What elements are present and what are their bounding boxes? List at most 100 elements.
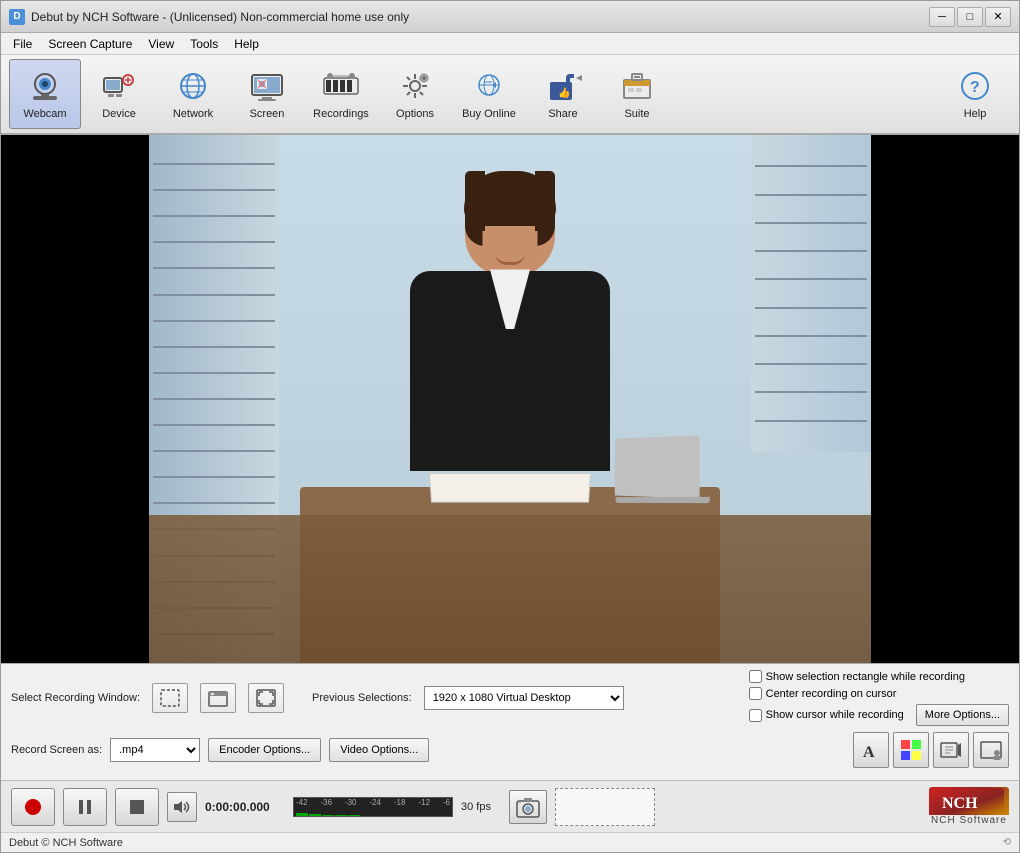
network-icon (173, 68, 213, 104)
volume-button[interactable] (167, 792, 197, 822)
previous-selections-label: Previous Selections: (312, 692, 412, 704)
resize-grip: ⟲ (1003, 837, 1011, 848)
nch-logo: NCH NCH Software (929, 787, 1009, 826)
menu-file[interactable]: File (5, 35, 40, 53)
svg-text:👍: 👍 (558, 86, 570, 99)
toolbar-network[interactable]: Network (157, 59, 229, 129)
options-icon (395, 68, 435, 104)
device-label: Device (102, 108, 136, 120)
menu-screen-capture[interactable]: Screen Capture (40, 35, 140, 53)
webcam-icon (25, 68, 65, 104)
share-icon: 👍 (543, 68, 583, 104)
desk-surface (149, 515, 871, 663)
picture-in-picture-button[interactable] (973, 732, 1009, 768)
video-effects-button[interactable] (933, 732, 969, 768)
bottom-toolbar-icons: A (853, 732, 1009, 768)
maximize-button[interactable]: □ (957, 7, 983, 27)
recordings-label: Recordings (313, 108, 369, 120)
help-icon: ? (955, 68, 995, 104)
level-meter: -42-36-30-24-18-12-6 (293, 797, 453, 817)
record-screen-as-label: Record Screen as: (11, 744, 102, 756)
toolbar-buy-online[interactable]: Buy Online (453, 59, 525, 129)
select-recording-window-label: Select Recording Window: (11, 692, 140, 704)
screenshot-button[interactable] (509, 790, 547, 824)
recording-options-group: Show selection rectangle while recording… (749, 670, 1009, 726)
bottom-icons-group: A (853, 732, 1009, 768)
menu-tools[interactable]: Tools (182, 35, 226, 53)
toolbar: Webcam Device (1, 55, 1019, 135)
show-selection-rect-label: Show selection rectangle while recording (766, 671, 965, 683)
controls-row1: Select Recording Window: (11, 670, 1009, 726)
toolbar-help[interactable]: ? Help (939, 59, 1011, 129)
previous-selections-dropdown[interactable]: 1920 x 1080 Virtual Desktop (424, 686, 624, 710)
buy-online-label: Buy Online (462, 108, 516, 120)
toolbar-webcam[interactable]: Webcam (9, 59, 81, 129)
toolbar-options[interactable]: Options (379, 59, 451, 129)
toolbar-suite[interactable]: Suite (601, 59, 673, 129)
format-select[interactable]: .mp4 (110, 738, 200, 762)
device-icon (99, 68, 139, 104)
show-selection-rect-checkbox[interactable] (749, 670, 762, 683)
show-cursor-row: Show cursor while recording More Options… (749, 704, 1009, 726)
center-on-cursor-checkbox[interactable] (749, 687, 762, 700)
record-button[interactable] (11, 788, 55, 826)
minimize-button[interactable]: ─ (929, 7, 955, 27)
toolbar-screen[interactable]: Screen (231, 59, 303, 129)
video-main (149, 135, 871, 663)
text-overlay-button[interactable]: A (853, 732, 889, 768)
screen-label: Screen (250, 108, 285, 120)
color-effects-button[interactable] (893, 732, 929, 768)
share-label: Share (548, 108, 577, 120)
network-label: Network (173, 108, 213, 120)
preview-thumbnail (555, 788, 655, 826)
more-options-button[interactable]: More Options... (916, 704, 1009, 726)
recordings-icon (321, 68, 361, 104)
stop-button[interactable] (115, 788, 159, 826)
window-controls: ─ □ ✕ (929, 7, 1011, 27)
suite-label: Suite (624, 108, 649, 120)
controls-row2: Record Screen as: .mp4 Encoder Options..… (11, 732, 1009, 768)
options-label: Options (396, 108, 434, 120)
center-on-cursor-label: Center recording on cursor (766, 688, 897, 700)
title-bar: D Debut by NCH Software - (Unlicensed) N… (1, 1, 1019, 33)
time-display: 0:00:00.000 (205, 800, 285, 814)
screen-icon (247, 68, 287, 104)
video-area (1, 135, 1019, 663)
show-cursor-checkbox[interactable] (749, 709, 762, 722)
meter-bars (296, 807, 450, 816)
help-label: Help (964, 108, 987, 120)
toolbar-device[interactable]: Device (83, 59, 155, 129)
window-title: Debut by NCH Software - (Unlicensed) Non… (31, 10, 929, 24)
video-options-button[interactable]: Video Options... (329, 738, 429, 762)
center-on-cursor-row: Center recording on cursor (749, 687, 1009, 700)
video-content (1, 135, 1019, 663)
pause-button[interactable] (63, 788, 107, 826)
menu-help[interactable]: Help (226, 35, 267, 53)
close-button[interactable]: ✕ (985, 7, 1011, 27)
menu-bar: File Screen Capture View Tools Help (1, 33, 1019, 55)
menu-view[interactable]: View (140, 35, 182, 53)
svg-text:?: ? (970, 79, 980, 96)
video-left-bar (1, 135, 149, 663)
nch-logo-icon: NCH (929, 787, 1009, 815)
main-window: D Debut by NCH Software - (Unlicensed) N… (0, 0, 1020, 853)
toolbar-share[interactable]: 👍 Share (527, 59, 599, 129)
controls-area: Select Recording Window: (1, 663, 1019, 780)
region-select-button[interactable] (152, 683, 188, 713)
show-selection-rect-row: Show selection rectangle while recording (749, 670, 1009, 683)
buy-online-icon (469, 68, 509, 104)
fullscreen-select-button[interactable] (248, 683, 284, 713)
window-select-button[interactable] (200, 683, 236, 713)
status-text: Debut © NCH Software (9, 837, 123, 849)
webcam-label: Webcam (23, 108, 66, 120)
transport-bar: 0:00:00.000 -42-36-30-24-18-12-6 30 fps (1, 780, 1019, 832)
window-right (751, 135, 871, 452)
suite-icon (617, 68, 657, 104)
status-bar: Debut © NCH Software ⟲ (1, 832, 1019, 852)
svg-text:A: A (863, 744, 875, 761)
toolbar-recordings[interactable]: Recordings (305, 59, 377, 129)
app-icon: D (9, 9, 25, 25)
fps-display: 30 fps (461, 801, 501, 813)
nch-software-text: NCH Software (931, 815, 1007, 826)
encoder-options-button[interactable]: Encoder Options... (208, 738, 321, 762)
